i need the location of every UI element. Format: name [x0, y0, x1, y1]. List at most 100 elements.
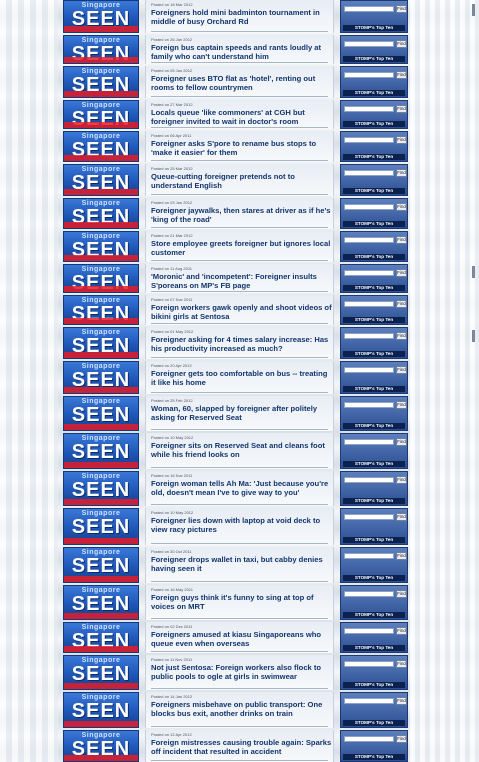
scrollbar-thumb[interactable] [472, 330, 475, 342]
stomp-top-ten-link[interactable]: STOMP's Top Ten [343, 351, 405, 357]
search-input[interactable] [344, 137, 394, 143]
stomp-top-ten-link[interactable]: STOMP's Top Ten [343, 154, 405, 160]
find-button[interactable]: Find [396, 105, 407, 113]
story-title-link[interactable]: Foreigner asking for 4 times salary incr… [151, 335, 333, 353]
find-button[interactable]: Find [396, 300, 407, 308]
stomp-top-ten-link[interactable]: STOMP's Top Ten [343, 645, 405, 651]
story-title-link[interactable]: Store employee greets foreigner but igno… [151, 239, 333, 257]
find-button[interactable]: Find [396, 660, 407, 668]
singapore-seen-logo[interactable]: Singapore SEEN [63, 198, 139, 229]
story-title-link[interactable]: Queue-cutting foreigner pretends not to … [151, 172, 333, 190]
singapore-seen-logo[interactable]: Singapore SEEN [63, 66, 139, 98]
find-button[interactable]: Find [396, 476, 407, 484]
stomp-top-ten-link[interactable]: STOMP's Top Ten [343, 612, 405, 618]
singapore-seen-logo[interactable]: Singapore SEEN [63, 730, 139, 762]
find-button[interactable]: Find [396, 332, 407, 340]
find-button[interactable]: Find [396, 438, 407, 446]
singapore-seen-logo[interactable]: Singapore SEEN [63, 100, 139, 129]
story-title-link[interactable]: Foreigner lies down with laptop at void … [151, 516, 333, 534]
story-title-link[interactable]: Foreigners hold mini badminton tournamen… [151, 8, 333, 26]
search-input[interactable] [344, 106, 394, 112]
stomp-top-ten-link[interactable]: STOMP's Top Ten [343, 254, 405, 260]
search-input[interactable] [344, 591, 394, 597]
stomp-top-ten-link[interactable]: STOMP's Top Ten [343, 682, 405, 688]
stomp-top-ten-link[interactable]: STOMP's Top Ten [343, 754, 405, 760]
find-button[interactable]: Find [396, 401, 407, 409]
search-input[interactable] [344, 41, 394, 47]
stomp-top-ten-link[interactable]: STOMP's Top Ten [343, 537, 405, 543]
singapore-seen-logo[interactable]: Singapore SEEN [63, 164, 139, 196]
singapore-seen-logo[interactable]: Singapore SEEN [63, 295, 139, 325]
singapore-seen-logo[interactable]: Singapore SEEN [63, 547, 139, 583]
story-title-link[interactable]: Locals queue 'like commoners' at CGH but… [151, 108, 333, 126]
singapore-seen-logo[interactable]: Singapore SEEN [63, 361, 139, 394]
stomp-top-ten-link[interactable]: STOMP's Top Ten [343, 498, 405, 504]
story-title-link[interactable]: Foreigner drops wallet in taxi, but cabb… [151, 555, 333, 573]
search-input[interactable] [344, 204, 394, 210]
find-button[interactable]: Find [396, 366, 407, 374]
stomp-top-ten-link[interactable]: STOMP's Top Ten [343, 56, 405, 62]
search-input[interactable] [344, 237, 394, 243]
stomp-top-ten-link[interactable]: STOMP's Top Ten [343, 221, 405, 227]
find-button[interactable]: Find [396, 236, 407, 244]
stomp-top-ten-link[interactable]: STOMP's Top Ten [343, 188, 405, 194]
stomp-top-ten-link[interactable]: STOMP's Top Ten [343, 720, 405, 726]
search-input[interactable] [344, 402, 394, 408]
singapore-seen-logo[interactable]: Singapore SEEN [63, 396, 139, 431]
singapore-seen-logo[interactable]: Singapore SEEN [63, 433, 139, 469]
search-input[interactable] [344, 736, 394, 742]
singapore-seen-logo[interactable]: Singapore SEEN [63, 231, 139, 262]
find-button[interactable]: Find [396, 5, 407, 13]
search-input[interactable] [344, 628, 394, 634]
singapore-seen-logo[interactable]: Singapore SEEN [63, 327, 139, 359]
find-button[interactable]: Find [396, 627, 407, 635]
singapore-seen-logo[interactable]: Singapore SEEN [63, 655, 139, 690]
stomp-top-ten-link[interactable]: STOMP's Top Ten [343, 575, 405, 581]
stomp-top-ten-link[interactable]: STOMP's Top Ten [343, 423, 405, 429]
story-title-link[interactable]: Foreigner gets too comfortable on bus --… [151, 369, 333, 387]
search-input[interactable] [344, 439, 394, 445]
search-input[interactable] [344, 514, 394, 520]
search-input[interactable] [344, 72, 394, 78]
singapore-seen-logo[interactable]: Singapore SEEN [63, 622, 139, 653]
search-input[interactable] [344, 661, 394, 667]
scrollbar-thumb[interactable] [472, 266, 475, 278]
story-title-link[interactable]: Foreign woman tells Ah Ma: 'Just because… [151, 479, 333, 497]
stomp-top-ten-link[interactable]: STOMP's Top Ten [343, 25, 405, 31]
find-button[interactable]: Find [396, 40, 407, 48]
scrollbar-thumb[interactable] [472, 4, 475, 16]
search-input[interactable] [344, 553, 394, 559]
singapore-seen-logo[interactable]: Singapore SEEN [63, 471, 139, 506]
find-button[interactable]: Find [396, 697, 407, 705]
story-title-link[interactable]: Not just Sentosa: Foreign workers also f… [151, 663, 333, 681]
search-input[interactable] [344, 367, 394, 373]
find-button[interactable]: Find [396, 169, 407, 177]
singapore-seen-logo[interactable]: Singapore SEEN [63, 585, 139, 620]
story-title-link[interactable]: Woman, 60, slapped by foreigner after po… [151, 404, 333, 422]
find-button[interactable]: Find [396, 513, 407, 521]
find-button[interactable]: Find [396, 269, 407, 277]
search-input[interactable] [344, 698, 394, 704]
search-input[interactable] [344, 270, 394, 276]
singapore-seen-logo[interactable]: Singapore SEEN [63, 692, 139, 728]
stomp-top-ten-link[interactable]: STOMP's Top Ten [343, 317, 405, 323]
stomp-top-ten-link[interactable]: STOMP's Top Ten [343, 121, 405, 127]
singapore-seen-logo[interactable]: Singapore SEEN [63, 131, 139, 162]
singapore-seen-logo[interactable]: Singapore SEEN [63, 35, 139, 64]
story-title-link[interactable]: Foreigner asks S'pore to rename bus stop… [151, 139, 333, 157]
search-input[interactable] [344, 301, 394, 307]
story-title-link[interactable]: Foreign guys think it's funny to sing at… [151, 593, 333, 611]
singapore-seen-logo[interactable]: Singapore SEEN [63, 0, 139, 33]
story-title-link[interactable]: Foreigners amused at kiasu Singaporeans … [151, 630, 333, 648]
search-input[interactable] [344, 477, 394, 483]
story-title-link[interactable]: 'Moronic' and 'incompetent': Foreigner i… [151, 272, 333, 290]
story-title-link[interactable]: Foreigner sits on Reserved Seat and clea… [151, 441, 333, 459]
singapore-seen-logo[interactable]: Singapore SEEN [63, 264, 139, 293]
story-title-link[interactable]: Foreigner jaywalks, then stares at drive… [151, 206, 333, 224]
story-title-link[interactable]: Foreigner uses BTO flat as 'hotel', rent… [151, 74, 333, 92]
story-title-link[interactable]: Foreign bus captain speeds and rants lou… [151, 43, 333, 61]
story-title-link[interactable]: Foreign mistresses causing trouble again… [151, 738, 333, 756]
search-input[interactable] [344, 170, 394, 176]
singapore-seen-logo[interactable]: Singapore SEEN [63, 508, 139, 545]
stomp-top-ten-link[interactable]: STOMP's Top Ten [343, 90, 405, 96]
